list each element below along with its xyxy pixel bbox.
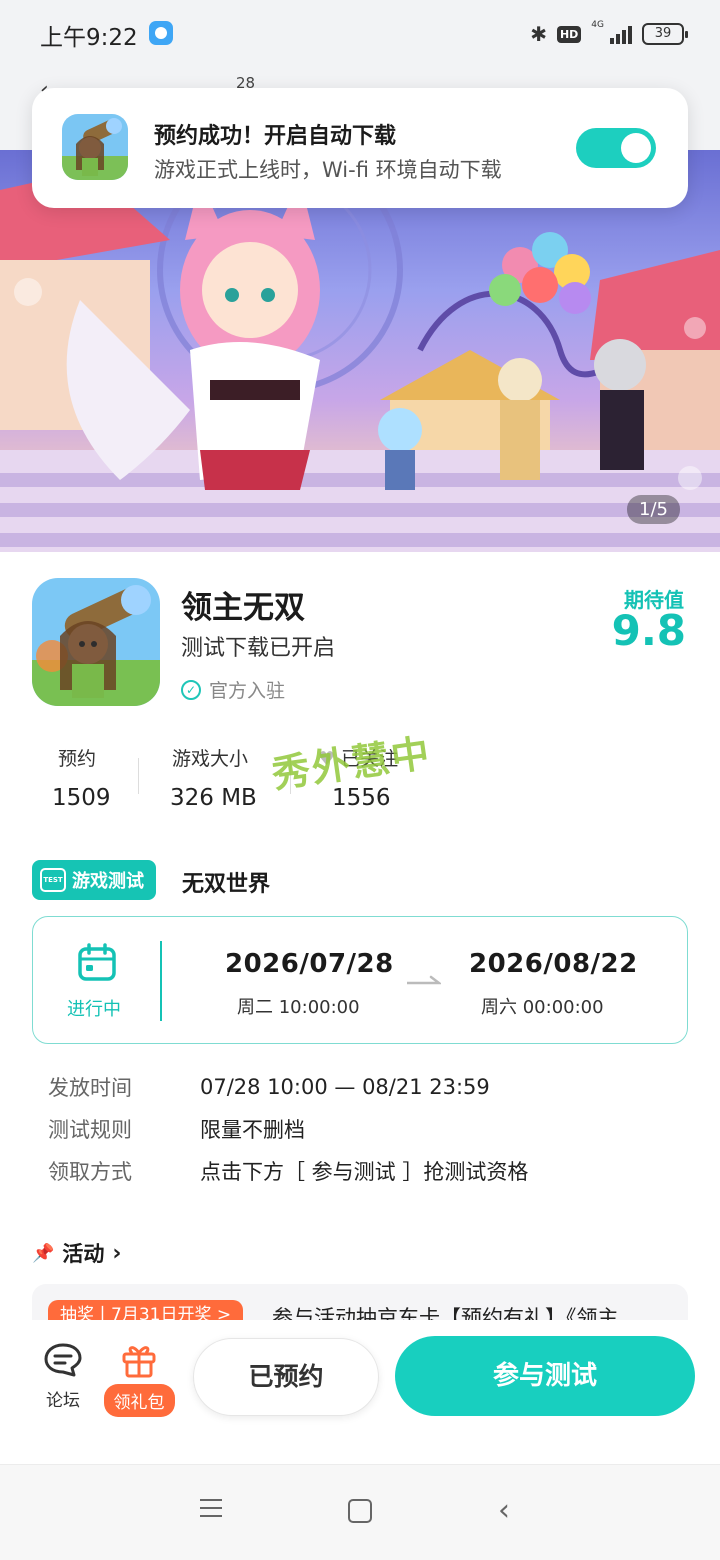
game-icon: [32, 578, 160, 706]
activity-title: 活动: [62, 1242, 105, 1266]
test-info-list: 发放时间 07/28 10:00 — 08/21 23:59 测试规则 限量不删…: [48, 1066, 528, 1192]
info-value: 限量不删档: [200, 1118, 305, 1142]
banner-page-counter: 1/5: [627, 495, 680, 524]
toggle-knob: [621, 133, 651, 163]
end-date: 2026/08/22: [469, 949, 638, 979]
reserved-button[interactable]: 已预约: [193, 1338, 379, 1416]
info-row-release-time: 发放时间 07/28 10:00 — 08/21 23:59: [48, 1066, 528, 1108]
arrow-right-icon: [407, 975, 441, 985]
stat-value: 326 MB: [170, 785, 257, 811]
gift-pack-button[interactable]: 领礼包: [100, 1342, 178, 1417]
info-value: 点击下方［ 参与测试 ］抢测试资格: [200, 1160, 529, 1184]
hero-banner[interactable]: 1/5: [0, 150, 720, 552]
network-type: 4G: [591, 20, 604, 30]
game-icon-small: [62, 114, 128, 180]
stat-reservations: 预约 1509: [52, 744, 111, 811]
game-status: 测试下载已开启: [181, 636, 336, 661]
start-date-block: 2026/07/28 周二 10:00:00: [225, 949, 394, 1019]
gift-icon: [122, 1346, 156, 1378]
bottom-action-bar: 论坛 领礼包 已预约 参与测试: [0, 1320, 720, 1462]
banner-artwork: [0, 150, 720, 552]
menu-icon[interactable]: [200, 1499, 222, 1517]
official-label: 官方入驻: [209, 680, 286, 702]
official-badge: ✓ 官方入驻: [181, 676, 285, 703]
home-icon[interactable]: [348, 1499, 372, 1523]
check-circle-icon: ✓: [181, 679, 201, 700]
test-state: 进行中: [67, 999, 121, 1020]
test-name: 无双世界: [182, 872, 271, 897]
stat-game-size: 游戏大小 326 MB: [170, 744, 257, 811]
toast-title: 预约成功！开启自动下载: [154, 124, 397, 149]
expect-score: 9.8: [611, 606, 686, 655]
bluetooth-icon: ✱: [530, 22, 547, 46]
watermark-text: 秀外慧中: [269, 730, 434, 797]
info-value: 07/28 10:00 — 08/21 23:59: [200, 1075, 490, 1099]
game-test-tag: TEST 游戏测试: [32, 860, 156, 900]
game-title: 领主无双: [181, 590, 305, 626]
end-date-block: 2026/08/22 周六 00:00:00: [469, 949, 638, 1019]
chevron-right-icon: ›: [112, 1240, 122, 1266]
calendar-icon: [78, 943, 116, 981]
pin-icon: 📌: [32, 1242, 55, 1264]
join-test-button[interactable]: 参与测试: [395, 1336, 695, 1416]
app-notification-icon: [149, 21, 173, 45]
hd-badge: HD: [556, 25, 582, 43]
stat-divider: [138, 758, 139, 794]
gift-label: 领礼包: [103, 1384, 175, 1417]
activity-header[interactable]: 📌 活动 ›: [32, 1238, 122, 1268]
info-label: 发放时间: [48, 1076, 132, 1100]
info-label: 测试规则: [48, 1118, 132, 1142]
start-date: 2026/07/28: [225, 949, 394, 979]
info-row-rules: 测试规则 限量不删档: [48, 1108, 528, 1150]
status-time: 上午9:22: [40, 25, 138, 51]
back-icon[interactable]: ‹: [498, 1493, 510, 1528]
status-indicators: ✱ HD 4G 39: [530, 20, 688, 48]
start-time: 周二 10:00:00: [237, 997, 360, 1018]
forum-button[interactable]: 论坛: [38, 1342, 88, 1411]
stat-label: 预约: [58, 748, 97, 770]
signal-icon: [610, 24, 632, 44]
auto-download-toggle[interactable]: [576, 128, 656, 168]
system-nav-bar: ‹: [0, 1464, 720, 1560]
end-time: 周六 00:00:00: [481, 997, 604, 1018]
activity-card[interactable]: 抽奖丨7月31日开奖 > 参与活动抽京东卡【预约有礼】《领主: [32, 1284, 688, 1324]
test-alarm-icon: TEST: [40, 868, 66, 892]
status-bar: 上午9:22 ✱ HD 4G 39: [0, 0, 720, 68]
info-label: 领取方式: [48, 1160, 132, 1184]
stat-label: 游戏大小: [172, 748, 249, 770]
forum-chat-icon: [44, 1343, 82, 1377]
reservation-toast: 预约成功！开启自动下载 游戏正式上线时，Wi-fi 环境自动下载: [32, 88, 688, 208]
toast-subtitle: 游戏正式上线时，Wi-fi 环境自动下载: [154, 158, 502, 182]
card-divider: [160, 941, 162, 1021]
test-schedule-card: 进行中 2026/07/28 周二 10:00:00 2026/08/22 周六…: [32, 916, 688, 1044]
stat-value: 1509: [52, 785, 111, 811]
info-row-claim-method: 领取方式 点击下方［ 参与测试 ］抢测试资格: [48, 1150, 528, 1192]
forum-label: 论坛: [46, 1391, 80, 1411]
test-tag-label: 游戏测试: [72, 871, 144, 892]
battery-icon: 39: [642, 23, 688, 45]
